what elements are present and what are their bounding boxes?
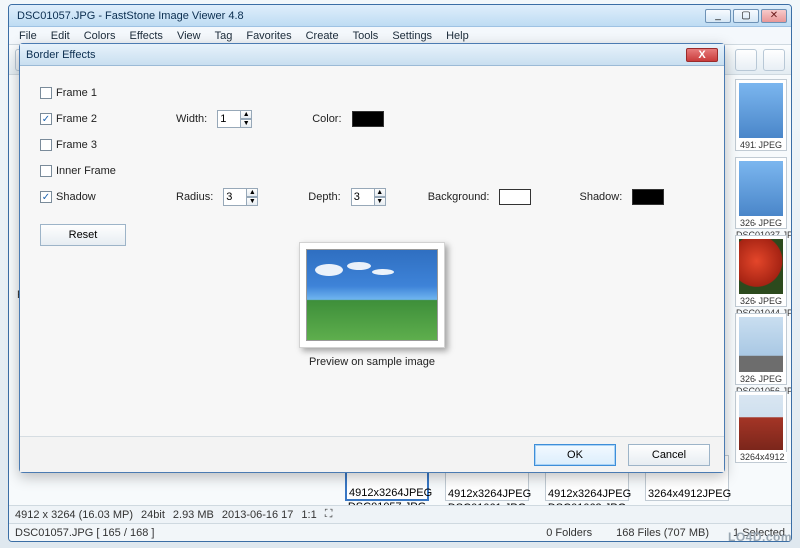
border-effects-dialog: Border Effects X Frame 1 ✓ Frame 2 Width… [19, 43, 725, 473]
frame2-width-input[interactable]: ▲▼ [217, 110, 252, 128]
info-filesize: 2.93 MB [173, 509, 214, 521]
preview-area: Preview on sample image [299, 242, 445, 368]
menu-effects[interactable]: Effects [124, 28, 169, 44]
side-thumb[interactable]: 4912JPEG [735, 79, 787, 151]
frame2-checkbox[interactable]: ✓ Frame 2 [40, 113, 124, 125]
side-thumb[interactable]: 3264JPEGDSC01037.JPG [735, 157, 787, 229]
side-thumb[interactable]: 3264JPEGDSC01044.JPG [735, 235, 787, 307]
fit-icon[interactable]: ⛶ [325, 508, 333, 521]
side-thumb[interactable]: 3264JPEGDSC01056.JPG [735, 313, 787, 385]
frame3-checkbox[interactable]: Frame 3 [40, 139, 124, 151]
inner-frame-checkbox[interactable]: Inner Frame [40, 165, 124, 177]
spinner-down-icon[interactable]: ▼ [240, 119, 252, 128]
main-titlebar: DSC01057.JPG - FastStone Image Viewer 4.… [9, 5, 791, 27]
info-zoom-ratio: 1:1 [301, 509, 316, 521]
menu-favorites[interactable]: Favorites [240, 28, 297, 44]
shadow-depth-input[interactable]: ▲▼ [351, 188, 386, 206]
shadow-color-picker[interactable] [632, 189, 664, 205]
status-selected: 1 Selected [733, 527, 785, 539]
spinner-up-icon[interactable]: ▲ [246, 188, 258, 197]
status-bar: DSC01057.JPG [ 165 / 168 ] 0 Folders 168… [9, 523, 791, 541]
cancel-button[interactable]: Cancel [628, 444, 710, 466]
checkbox-icon: ✓ [40, 191, 52, 203]
info-bar: 4912 x 3264 (16.03 MP) 24bit 2.93 MB 201… [9, 505, 791, 523]
shadow-shadow-label: Shadow: [579, 191, 622, 203]
main-window-title: DSC01057.JPG - FastStone Image Viewer 4.… [13, 10, 703, 22]
frame1-checkbox[interactable]: Frame 1 [40, 87, 124, 99]
ok-button[interactable]: OK [534, 444, 616, 466]
toolbar-view-icon[interactable] [735, 49, 757, 71]
status-folders: 0 Folders [546, 527, 592, 539]
info-date: 2013-06-16 17 [222, 509, 294, 521]
preview-caption: Preview on sample image [299, 356, 445, 368]
menu-view[interactable]: View [171, 28, 207, 44]
info-dimensions: 4912 x 3264 (16.03 MP) [15, 509, 133, 521]
frame2-width-label: Width: [176, 113, 207, 125]
checkbox-icon [40, 139, 52, 151]
shadow-radius-input[interactable]: ▲▼ [223, 188, 258, 206]
preview-sample-image [299, 242, 445, 348]
menu-create[interactable]: Create [300, 28, 345, 44]
side-thumbnail-strip: 4912JPEG 3264JPEGDSC01037.JPG 3264JPEGDS… [735, 79, 787, 499]
frame2-color-label: Color: [312, 113, 341, 125]
menu-tag[interactable]: Tag [209, 28, 239, 44]
close-button[interactable]: ✕ [761, 9, 787, 23]
menu-tools[interactable]: Tools [347, 28, 385, 44]
side-thumb[interactable]: 3264x4912 [735, 391, 787, 463]
menu-edit[interactable]: Edit [45, 28, 76, 44]
shadow-background-picker[interactable] [499, 189, 531, 205]
frame2-color-picker[interactable] [352, 111, 384, 127]
minimize-button[interactable]: _ [705, 9, 731, 23]
menu-settings[interactable]: Settings [386, 28, 438, 44]
info-bitdepth: 24bit [141, 509, 165, 521]
spinner-up-icon[interactable]: ▲ [374, 188, 386, 197]
dialog-titlebar: Border Effects X [20, 44, 724, 66]
checkbox-icon [40, 87, 52, 99]
toolbar-fullscreen-icon[interactable] [763, 49, 785, 71]
shadow-background-label: Background: [428, 191, 490, 203]
status-files: 168 Files (707 MB) [616, 527, 709, 539]
shadow-checkbox[interactable]: ✓ Shadow [40, 191, 124, 203]
status-filename: DSC01057.JPG [ 165 / 168 ] [15, 527, 154, 539]
dialog-actions: OK Cancel [20, 436, 724, 472]
menu-file[interactable]: File [13, 28, 43, 44]
shadow-depth-label: Depth: [308, 191, 340, 203]
menu-help[interactable]: Help [440, 28, 475, 44]
spinner-up-icon[interactable]: ▲ [240, 110, 252, 119]
checkbox-icon: ✓ [40, 113, 52, 125]
dialog-title: Border Effects [26, 49, 686, 61]
checkbox-icon [40, 165, 52, 177]
menu-colors[interactable]: Colors [78, 28, 122, 44]
shadow-radius-label: Radius: [176, 191, 213, 203]
dialog-close-button[interactable]: X [686, 48, 718, 62]
reset-button[interactable]: Reset [40, 224, 126, 246]
spinner-down-icon[interactable]: ▼ [374, 197, 386, 206]
spinner-down-icon[interactable]: ▼ [246, 197, 258, 206]
landscape-image [306, 249, 438, 341]
maximize-button[interactable]: ▢ [733, 9, 759, 23]
